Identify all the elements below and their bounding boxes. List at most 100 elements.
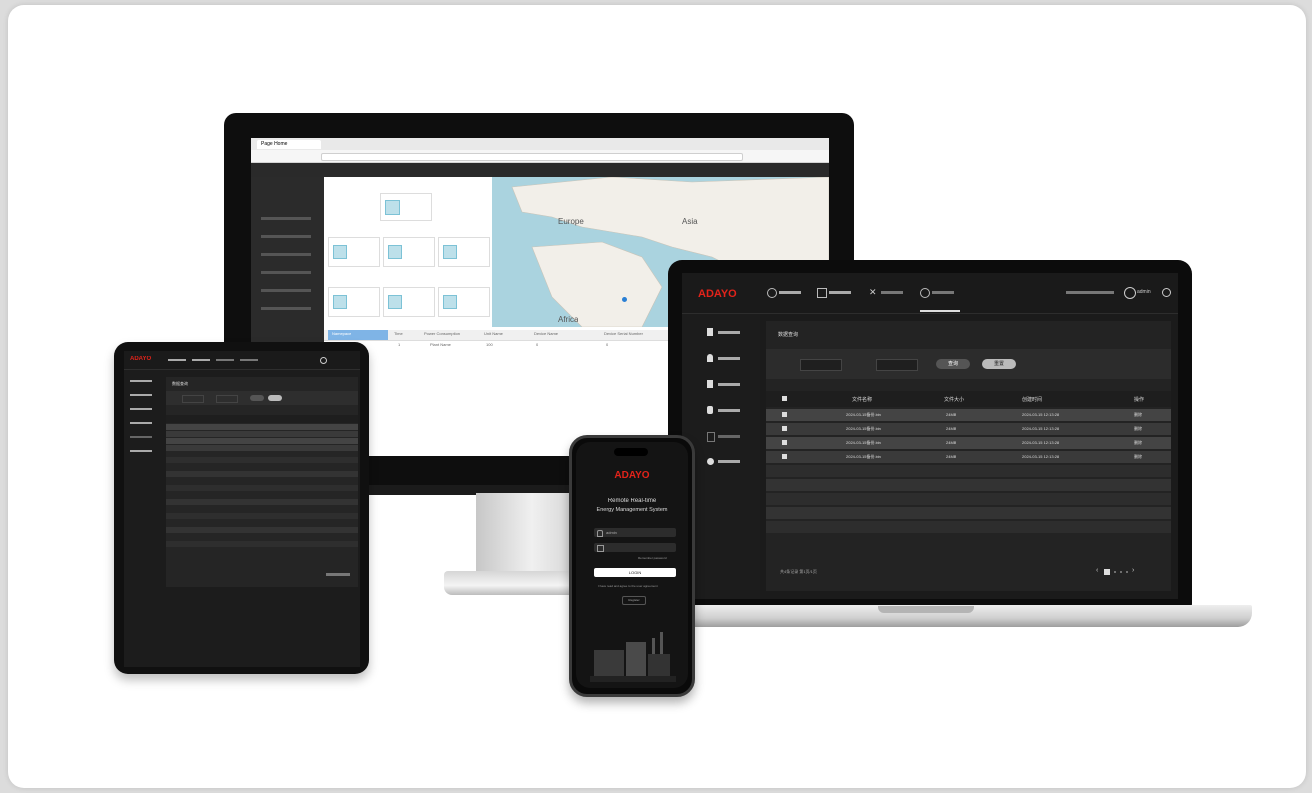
- delete-link[interactable]: 删除: [1134, 412, 1142, 418]
- register-button[interactable]: Register: [622, 596, 646, 605]
- power-icon[interactable]: [1162, 288, 1171, 297]
- cell-time: 2024-03-15 12:13:28: [1022, 440, 1060, 445]
- cell-name: 2024-03-15备份.bin: [846, 426, 881, 431]
- cell: Plant Name: [430, 342, 451, 347]
- cell: 0: [536, 342, 539, 347]
- th-power: Power Consumption: [424, 331, 461, 336]
- username-field[interactable]: admin: [594, 528, 676, 537]
- phone-notch: [614, 448, 648, 456]
- table-row[interactable]: 2024-03-15备份.bin 24MB 2024-03-15 12:13:2…: [766, 409, 1171, 421]
- tablet-header: ADAYO: [124, 351, 360, 370]
- filter-bar: 查询 重置: [766, 349, 1171, 379]
- login-button[interactable]: LOGIN: [594, 568, 676, 577]
- lock-icon[interactable]: [707, 406, 713, 414]
- table-row[interactable]: 2024-03-15备份.bin 24MB 2024-03-15 12:13:2…: [766, 451, 1171, 463]
- lock-icon: [597, 545, 604, 552]
- delete-link[interactable]: 删除: [1134, 426, 1142, 432]
- remember-password[interactable]: Remember password: [638, 556, 667, 560]
- monitor-nav-icon[interactable]: [767, 288, 777, 298]
- delete-link[interactable]: 删除: [1134, 440, 1142, 446]
- select-all-checkbox[interactable]: [782, 396, 787, 401]
- clipboard-icon[interactable]: [707, 432, 715, 442]
- th-serial: Device Serial Number: [604, 331, 643, 336]
- agreement-text[interactable]: I have read and agree to the user agreem…: [598, 584, 678, 588]
- tablet-sidebar: [124, 370, 162, 667]
- file-icon[interactable]: [707, 328, 713, 336]
- tablet-screen: ADAYO 数据查询: [124, 351, 360, 667]
- th-namepace: Namepace: [332, 331, 352, 336]
- tablet-date-input[interactable]: [216, 395, 238, 403]
- phone-title-line1: Remote Real-time: [607, 498, 657, 504]
- th-created: 创建时间: [1022, 397, 1043, 403]
- cell: 0: [606, 342, 609, 347]
- table-row[interactable]: 2024-03-15备份.bin 24MB 2024-03-15 12:13:2…: [766, 423, 1171, 435]
- tablet-date-input[interactable]: [182, 395, 204, 403]
- user-name: admin: [1137, 289, 1151, 295]
- cell-size: 24MB: [946, 454, 957, 459]
- th-unit: Unit Name: [484, 331, 503, 336]
- map-marker-icon[interactable]: [622, 297, 627, 302]
- showcase-card: Page Home Europe Asia Africa Namepace Ti…: [8, 5, 1306, 788]
- browser-tab[interactable]: Page Home: [257, 140, 321, 149]
- table-row[interactable]: 2024-03-15备份.bin 24MB 2024-03-15 12:13:2…: [766, 437, 1171, 449]
- tablet-pagination[interactable]: [326, 573, 350, 576]
- query-button[interactable]: 查询: [936, 359, 970, 369]
- device-nav-icon[interactable]: [817, 288, 827, 298]
- laptop-content: 数据查询 查询 重置 文件名称 文件大小 创建时间 操作 2024-03-15备…: [766, 321, 1171, 591]
- url-input[interactable]: [321, 153, 743, 161]
- table-header: 文件名称 文件大小 创建时间 操作: [766, 391, 1171, 407]
- tablet-page-title: 数据查询: [172, 381, 188, 386]
- map-label-africa: Africa: [558, 315, 579, 324]
- cell-time: 2024-03-15 12:13:28: [1022, 426, 1060, 431]
- active-tab-indicator: [920, 310, 960, 312]
- tablet-table-row[interactable]: [166, 431, 358, 437]
- tablet-reset-button[interactable]: [268, 395, 282, 401]
- password-field[interactable]: [594, 543, 676, 552]
- gear-icon[interactable]: [707, 458, 714, 465]
- tools-nav-icon[interactable]: ✕: [869, 287, 877, 298]
- laptop-screen: ADAYO ✕ admin 数据查询 查询 重置 文件名称 文件大小 创建时间 …: [682, 273, 1178, 599]
- pagination-prev-icon[interactable]: ‹: [1096, 567, 1098, 574]
- row-checkbox[interactable]: [782, 440, 787, 445]
- delete-link[interactable]: 删除: [1134, 454, 1142, 460]
- avatar[interactable]: [1124, 287, 1136, 299]
- map-label-asia: Asia: [682, 217, 698, 226]
- cell-name: 2024-03-15备份.bin: [846, 412, 881, 417]
- tablet-content: 数据查询: [166, 377, 358, 587]
- user-icon[interactable]: [707, 354, 713, 362]
- tablet-table-row[interactable]: [166, 445, 358, 451]
- th-device: Device Name: [534, 331, 559, 336]
- app-header: [251, 163, 829, 177]
- page-title: 数据查询: [778, 332, 799, 338]
- map-label-europe: Europe: [558, 217, 584, 226]
- settings-nav-icon[interactable]: [920, 288, 930, 298]
- browser-addressbar: [251, 150, 829, 163]
- row-checkbox[interactable]: [782, 454, 787, 459]
- row-checkbox[interactable]: [782, 412, 787, 417]
- reset-button[interactable]: 重置: [982, 359, 1016, 369]
- cell: 1: [398, 342, 401, 347]
- laptop-notch: [878, 606, 974, 613]
- pagination-info: 共4条记录 第1页/1页: [780, 569, 817, 574]
- th-file-size: 文件大小: [944, 397, 965, 403]
- phone-screen: ADAYO Remote Real-time Energy Management…: [576, 442, 688, 688]
- cell-size: 24MB: [946, 412, 957, 417]
- cell: 100: [486, 342, 493, 347]
- users-icon[interactable]: [707, 380, 713, 388]
- tablet-table-row[interactable]: [166, 424, 358, 430]
- start-date-input[interactable]: [800, 359, 842, 371]
- end-date-input[interactable]: [876, 359, 918, 371]
- laptop-header: ADAYO ✕ admin: [682, 273, 1178, 314]
- cell-size: 24MB: [946, 426, 957, 431]
- brand-logo: ADAYO: [698, 288, 737, 300]
- stats-panel: [324, 177, 492, 327]
- tablet-table-row[interactable]: [166, 438, 358, 444]
- pagination-next-icon[interactable]: ›: [1132, 567, 1134, 574]
- user-icon: [597, 530, 603, 537]
- cell-name: 2024-03-15备份.bin: [846, 440, 881, 445]
- tablet-query-button[interactable]: [250, 395, 264, 401]
- tablet-avatar[interactable]: [320, 357, 327, 364]
- cell-size: 24MB: [946, 440, 957, 445]
- row-checkbox[interactable]: [782, 426, 787, 431]
- page-1-button[interactable]: [1104, 569, 1110, 575]
